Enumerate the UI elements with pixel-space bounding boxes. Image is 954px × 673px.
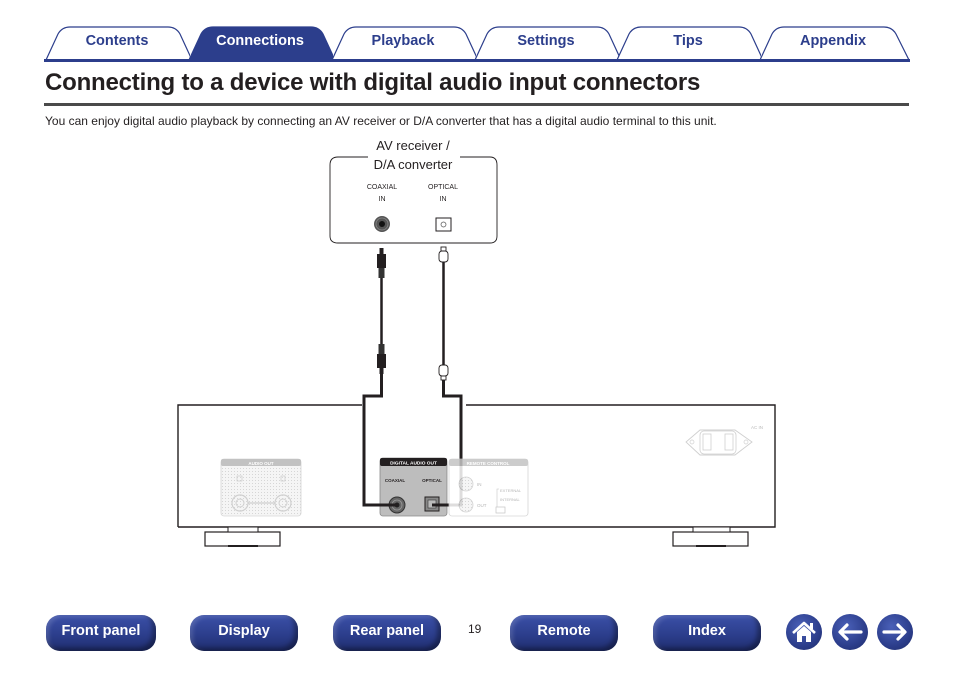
digital-audio-out-label: DIGITAL AUDIO OUT <box>390 461 437 467</box>
button-label: Remote <box>537 623 591 639</box>
home-icon <box>792 621 816 642</box>
back-arrow-icon <box>838 623 863 641</box>
digital-audio-out-section: DIGITAL AUDIO OUT COAXIAL OPTICAL <box>364 457 461 517</box>
display-button[interactable]: Display <box>190 615 298 651</box>
coaxial-in-jack-icon <box>374 216 390 232</box>
optical-in-label-2: IN <box>440 196 447 203</box>
front-panel-button[interactable]: Front panel <box>46 615 156 651</box>
back-button[interactable] <box>832 614 868 650</box>
device-label-line1: AV receiver / <box>376 138 450 153</box>
audio-out-label: AUDIO OUT <box>248 461 274 466</box>
remote-in-label: IN <box>477 482 482 487</box>
button-label: Front panel <box>61 623 141 639</box>
ac-inlet: AC IN <box>685 425 763 456</box>
audio-out-section: AUDIO OUT <box>220 458 302 517</box>
device-label-line2: D/A converter <box>374 157 453 172</box>
remote-external-label: EXTERNAL <box>500 488 522 493</box>
left-foot <box>204 531 281 547</box>
index-button[interactable]: Index <box>653 615 761 651</box>
rear-panel-button[interactable]: Rear panel <box>333 615 441 651</box>
optical-out-label: OPTICAL <box>422 478 442 483</box>
remote-in-jack-icon <box>458 476 474 492</box>
remote-out-jack-icon <box>458 497 474 513</box>
connection-diagram: AV receiver / D/A converter COAXIAL IN O… <box>177 138 776 547</box>
page-number: 19 <box>468 622 482 636</box>
remote-control-label: REMOTE CONTROL <box>467 461 510 466</box>
button-label: Index <box>688 623 726 639</box>
coaxial-in-label: COAXIAL <box>367 184 397 191</box>
remote-control-section: REMOTE CONTROL IN OUT EXTERNAL INTERNAL <box>448 458 529 517</box>
ac-in-label: AC IN <box>751 425 763 430</box>
forward-button[interactable] <box>877 614 913 650</box>
coaxial-in-label-2: IN <box>379 196 386 203</box>
remote-internal-label: INTERNAL <box>500 497 521 502</box>
remote-button[interactable]: Remote <box>510 615 618 651</box>
button-label: Rear panel <box>349 623 425 639</box>
remote-switch-icon <box>495 506 506 514</box>
button-label: Display <box>218 623 270 639</box>
right-foot <box>672 531 749 547</box>
home-button[interactable] <box>786 614 822 650</box>
coaxial-out-label: COAXIAL <box>385 478 406 483</box>
optical-in-jack-icon <box>435 217 452 232</box>
optical-in-label: OPTICAL <box>428 184 458 191</box>
remote-out-label: OUT <box>477 503 487 508</box>
av-receiver-device: AV receiver / D/A converter COAXIAL IN O… <box>329 138 498 244</box>
forward-arrow-icon <box>882 623 907 641</box>
